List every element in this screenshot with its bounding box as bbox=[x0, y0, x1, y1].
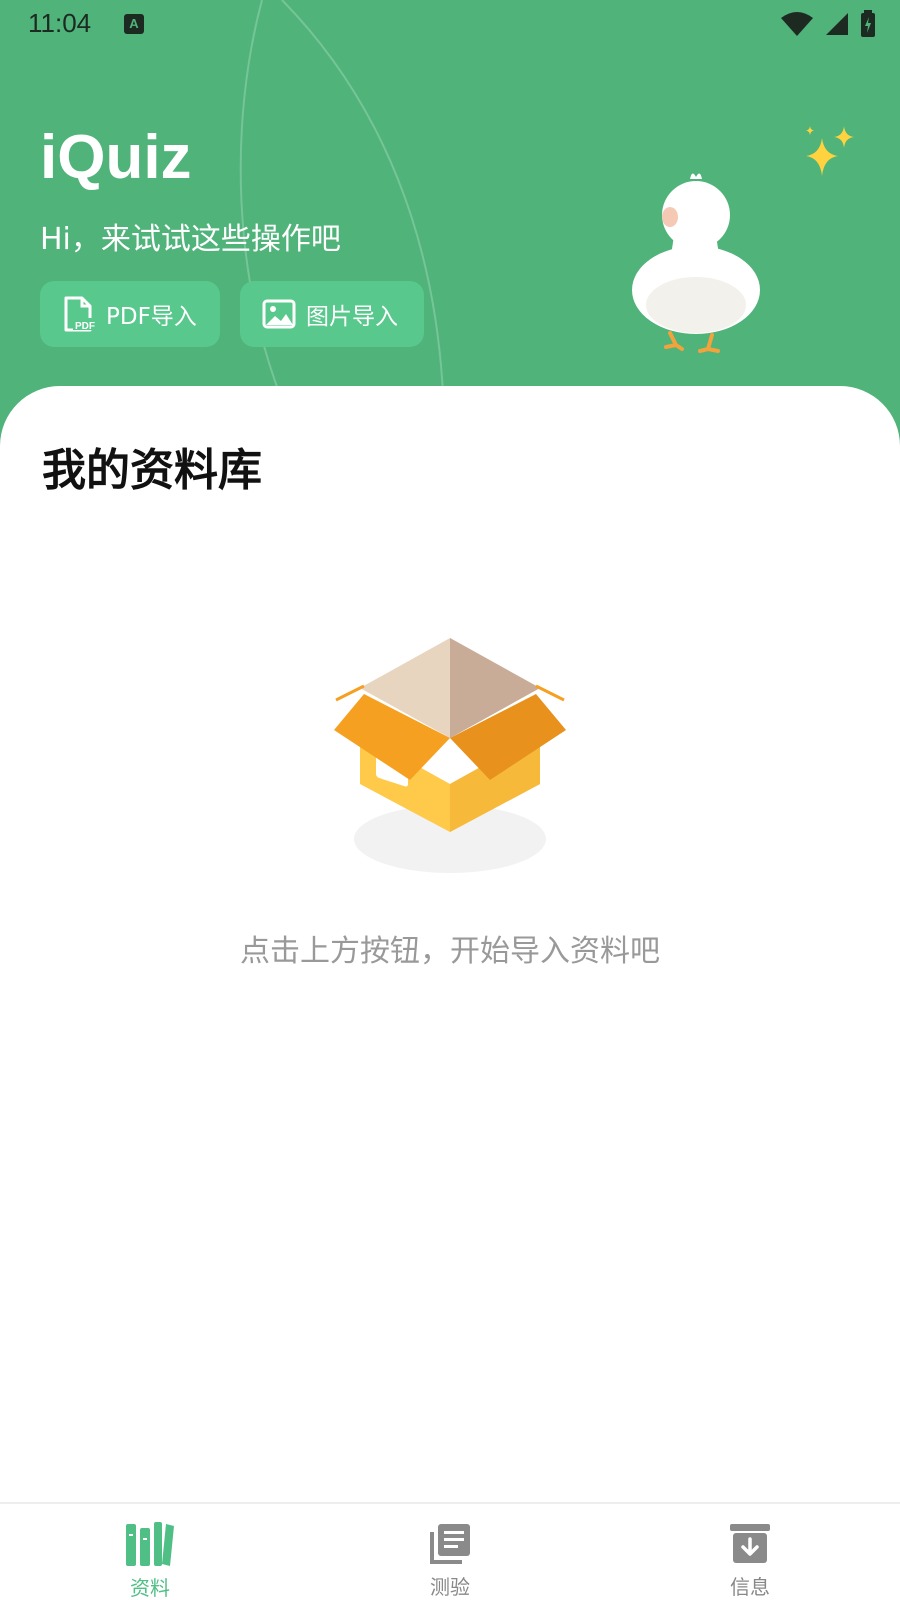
image-icon bbox=[262, 296, 296, 332]
status-bar: 11:04 A bbox=[0, 0, 900, 48]
library-card: 我的资料库 点击上方按钮，开始导入资料吧 bbox=[0, 386, 900, 1502]
empty-box-icon bbox=[334, 638, 566, 873]
bottom-nav: 资料 测验 信息 bbox=[0, 1502, 900, 1600]
notification-a-icon: A bbox=[124, 14, 144, 34]
document-stack-icon bbox=[424, 1520, 476, 1567]
svg-text:PDF: PDF bbox=[75, 321, 95, 332]
tab-library-label: 资料 bbox=[130, 1576, 170, 1600]
battery-icon bbox=[861, 10, 875, 37]
pdf-import-button[interactable]: PDF PDF导入 bbox=[40, 281, 220, 347]
image-import-label: 图片导入 bbox=[306, 304, 398, 330]
header-subtitle: Hi，来试试这些操作吧 bbox=[40, 222, 341, 257]
status-time: 11:04 bbox=[28, 8, 92, 38]
tab-quiz-label: 测验 bbox=[430, 1575, 470, 1599]
signal-icon bbox=[826, 13, 848, 35]
tab-quiz[interactable]: 测验 bbox=[300, 1504, 600, 1600]
app-title: iQuiz bbox=[40, 123, 192, 192]
empty-state-message: 点击上方按钮，开始导入资料吧 bbox=[240, 934, 660, 969]
tab-library[interactable]: 资料 bbox=[0, 1504, 300, 1600]
status-icons bbox=[780, 10, 876, 38]
pdf-file-icon: PDF bbox=[62, 296, 96, 332]
pdf-import-label: PDF导入 bbox=[106, 304, 197, 330]
archive-download-icon bbox=[724, 1520, 776, 1567]
library-title: 我的资料库 bbox=[42, 445, 262, 496]
duck-mascot bbox=[632, 173, 760, 353]
tab-info[interactable]: 信息 bbox=[600, 1504, 900, 1600]
header: 11:04 A iQuiz Hi，来试试这些操作吧 PDF PDF导入 图片导入 bbox=[0, 0, 900, 420]
sparkle-icon bbox=[806, 126, 854, 176]
image-import-button[interactable]: 图片导入 bbox=[240, 281, 424, 347]
wifi-icon bbox=[781, 12, 813, 36]
tab-info-label: 信息 bbox=[730, 1575, 770, 1599]
books-icon bbox=[124, 1520, 176, 1568]
